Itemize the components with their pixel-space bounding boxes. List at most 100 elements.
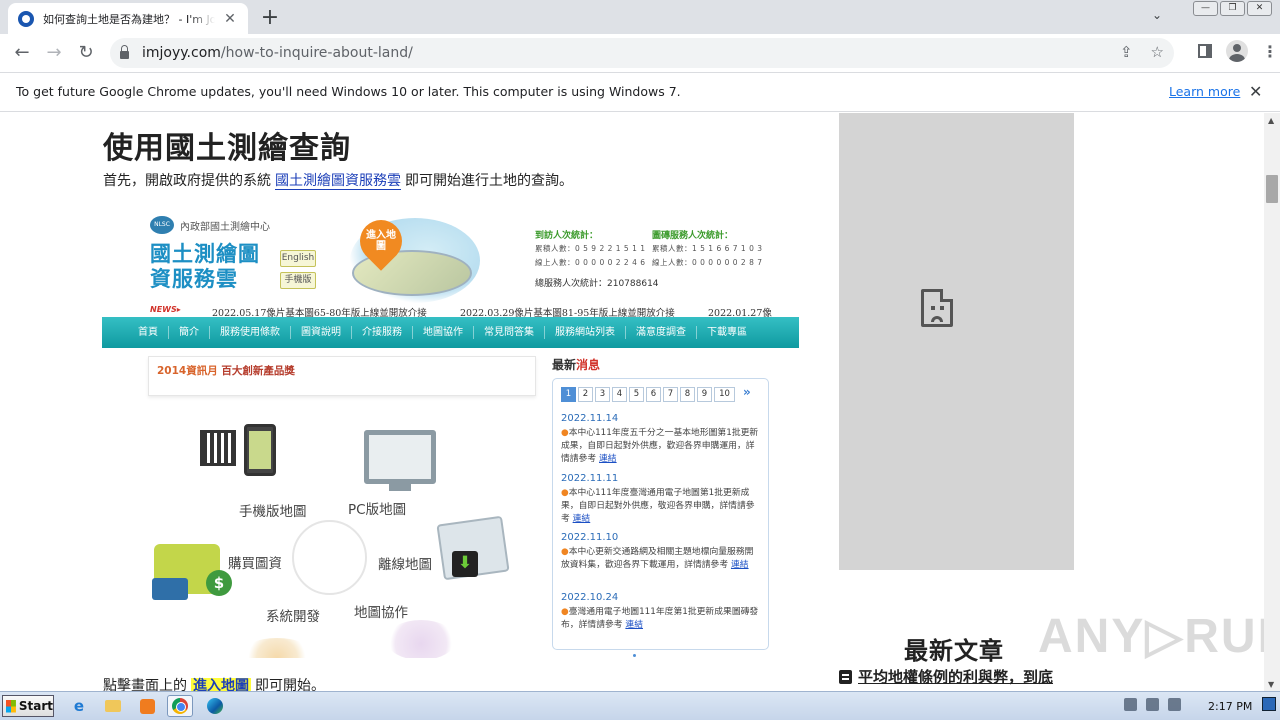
site-nav-item: 服務使用條款 — [210, 326, 291, 339]
address-bar[interactable]: imjoyy.com/how-to-inquire-about-land/ ⇪ … — [110, 38, 1174, 68]
share-icon[interactable]: ⇪ — [1120, 43, 1133, 61]
qr-code-icon — [200, 430, 236, 466]
page-number: 6 — [646, 387, 661, 402]
tile-stats-total: 累積人數：1 5 1 6 6 7 1 0 3 — [652, 244, 763, 253]
site-nav-item: 簡介 — [169, 326, 210, 339]
side-panel-icon[interactable] — [1198, 44, 1212, 58]
learn-more-link[interactable]: Learn more — [1169, 84, 1240, 99]
reload-button[interactable]: ↻ — [72, 40, 100, 66]
sidebar-ad-placeholder — [839, 113, 1074, 570]
edge-icon — [207, 698, 223, 714]
pc-monitor-icon — [364, 430, 436, 491]
site-nav-item: 介接服務 — [352, 326, 413, 339]
english-button: English — [280, 250, 316, 267]
step-text-before: 點擊畫面上的 — [103, 678, 187, 691]
page-number: 4 — [612, 387, 627, 402]
total-service-count: 總服務人次統計：210788614 — [535, 279, 659, 289]
bookmark-star-icon[interactable]: ☆ — [1151, 43, 1164, 61]
page-number: 10 — [714, 387, 735, 402]
broken-image-eye — [931, 306, 935, 310]
update-infobar: To get future Google Chrome updates, you… — [0, 72, 1280, 112]
infobar-message: To get future Google Chrome updates, you… — [16, 84, 681, 99]
broken-image-icon — [921, 289, 953, 327]
action-center-icon[interactable] — [1168, 698, 1181, 711]
mobile-version-button: 手機版 — [280, 272, 316, 289]
site-nav-item: 圖資說明 — [291, 326, 352, 339]
article-intro: 首先，開啟政府提供的系統 國土測繪圖資服務雲 即可開始進行土地的查詢。 — [103, 170, 573, 190]
feature-system-dev: 系統開發 — [266, 609, 320, 625]
nlsc-site-screenshot: NLSC 內政部國土測繪中心 國土測繪圖資服務雲 English 手機版 進入地… — [102, 208, 799, 658]
credit-card-icon — [152, 578, 188, 600]
close-infobar-icon[interactable]: ✕ — [1249, 82, 1262, 101]
page-number: 5 — [629, 387, 644, 402]
news-item: 2022.11.10 ●本中心更新交通路網及相關主題地標向量服務開放資料集，歡迎… — [561, 532, 761, 572]
network-icon[interactable] — [1146, 698, 1159, 711]
scroll-down-arrow-icon[interactable]: ▼ — [1268, 680, 1274, 689]
anyrun-watermark: ANY▷RUN — [1038, 610, 1264, 663]
visitor-stats-total: 累積人數：0 5 9 2 2 1 5 1 1 — [535, 244, 646, 253]
agency-header: NLSC 內政部國土測繪中心 — [150, 216, 270, 234]
news-tag: NEWS▸ — [150, 305, 181, 314]
windows-taskbar: Start e 2:17 PM — [0, 691, 1280, 720]
feature-offline-map: 離線地圖 — [378, 557, 432, 573]
site-nav-item: 服務網站列表 — [545, 326, 626, 339]
taskbar-edge[interactable] — [202, 695, 228, 717]
system-tray — [1124, 698, 1181, 711]
next-page-icon: » — [743, 385, 751, 399]
profile-avatar-icon[interactable] — [1226, 40, 1248, 62]
news-date: 2022.11.11 — [561, 473, 619, 484]
browser-tab[interactable]: 如何查詢土地是否為建地？ - I'm Joyy ✕ — [8, 3, 248, 34]
agency-logo: NLSC — [150, 216, 174, 234]
news-pager: 1 2 3 4 5 6 7 8 9 10 — [561, 387, 735, 402]
volume-icon[interactable] — [1124, 698, 1137, 711]
taskbar-ie[interactable]: e — [66, 695, 92, 717]
visitor-stats-title: 到訪人次統計： — [535, 231, 599, 241]
latest-news-box: 1 2 3 4 5 6 7 8 9 10 » 2022.11.14 ●本中心11… — [552, 378, 769, 650]
restore-button[interactable]: ❐ — [1220, 1, 1245, 16]
chrome-menu-icon[interactable]: ⋮ — [1262, 42, 1278, 61]
page-number: 1 — [561, 387, 576, 402]
page-number: 3 — [595, 387, 610, 402]
news-text: ●本中心更新交通路網及相關主題地標向量服務開放資料集，歡迎各界下載運用，詳情請參… — [561, 547, 754, 570]
taskbar-chrome[interactable] — [167, 695, 193, 717]
news-text: ●本中心111年度臺灣通用電子地圖第1批更新成果，自即日起對外供應，敬迎各界申購… — [561, 488, 755, 524]
site-logo: 國土測繪圖資服務雲 — [150, 242, 260, 291]
minimize-button[interactable]: — — [1193, 1, 1218, 16]
forward-button[interactable]: → — [40, 40, 68, 66]
news-date: 2022.11.14 — [561, 413, 619, 424]
window-controls: — ❐ ✕ — [1193, 1, 1272, 16]
enter-map-highlight: 進入地圖 — [191, 678, 251, 691]
tab-search-icon[interactable]: ⌄ — [1152, 8, 1162, 22]
news-date: 2022.10.24 — [561, 592, 619, 603]
scroll-up-arrow-icon[interactable]: ▲ — [1268, 116, 1274, 125]
recent-post-link[interactable]: 平均地權條例的利與弊，到底 — [839, 666, 1053, 687]
taskbar-media-player[interactable] — [134, 695, 160, 717]
chrome-icon — [172, 698, 188, 714]
recent-post-title[interactable]: 平均地權條例的利與弊，到底 — [858, 666, 1053, 687]
site-favicon-icon — [18, 10, 34, 27]
scroll-thumb[interactable] — [1266, 175, 1278, 203]
tab-title: 如何查詢土地是否為建地？ - I'm Joyy — [43, 12, 215, 26]
start-button[interactable]: Start — [2, 695, 54, 717]
feature-pc-map: PC版地圖 — [348, 502, 407, 518]
step-text-after: 即可開始。 — [255, 678, 325, 691]
lock-icon[interactable] — [120, 45, 129, 59]
broken-image-eye — [940, 306, 944, 310]
nlsc-service-link[interactable]: 國土測繪圖資服務雲 — [275, 173, 401, 190]
site-navbar: 首頁 簡介 服務使用條款 圖資說明 介接服務 地圖協作 常見問答集 服務網站列表… — [102, 317, 799, 348]
close-tab-icon[interactable]: ✕ — [222, 11, 238, 27]
tile-stats-online: 線上人數：0 0 0 0 0 0 2 8 7 — [652, 258, 763, 267]
url-text[interactable]: imjoyy.com/how-to-inquire-about-land/ — [142, 45, 413, 61]
taskbar-clock[interactable]: 2:17 PM — [1208, 700, 1252, 713]
close-window-button[interactable]: ✕ — [1247, 1, 1272, 16]
enter-map-label: 進入地圖 — [366, 230, 396, 252]
show-desktop-button[interactable] — [1262, 697, 1276, 711]
back-button[interactable]: ← — [8, 40, 36, 66]
page-number: 9 — [697, 387, 712, 402]
taskbar-explorer[interactable] — [100, 695, 126, 717]
news-item: 2022.11.11 ●本中心111年度臺灣通用電子地圖第1批更新成果，自即日起… — [561, 473, 761, 526]
windows-logo-icon — [6, 699, 16, 713]
page-scrollbar[interactable]: ▲ ▼ — [1264, 113, 1280, 691]
internet-explorer-icon: e — [73, 697, 85, 715]
new-tab-button[interactable]: + — [258, 5, 282, 30]
